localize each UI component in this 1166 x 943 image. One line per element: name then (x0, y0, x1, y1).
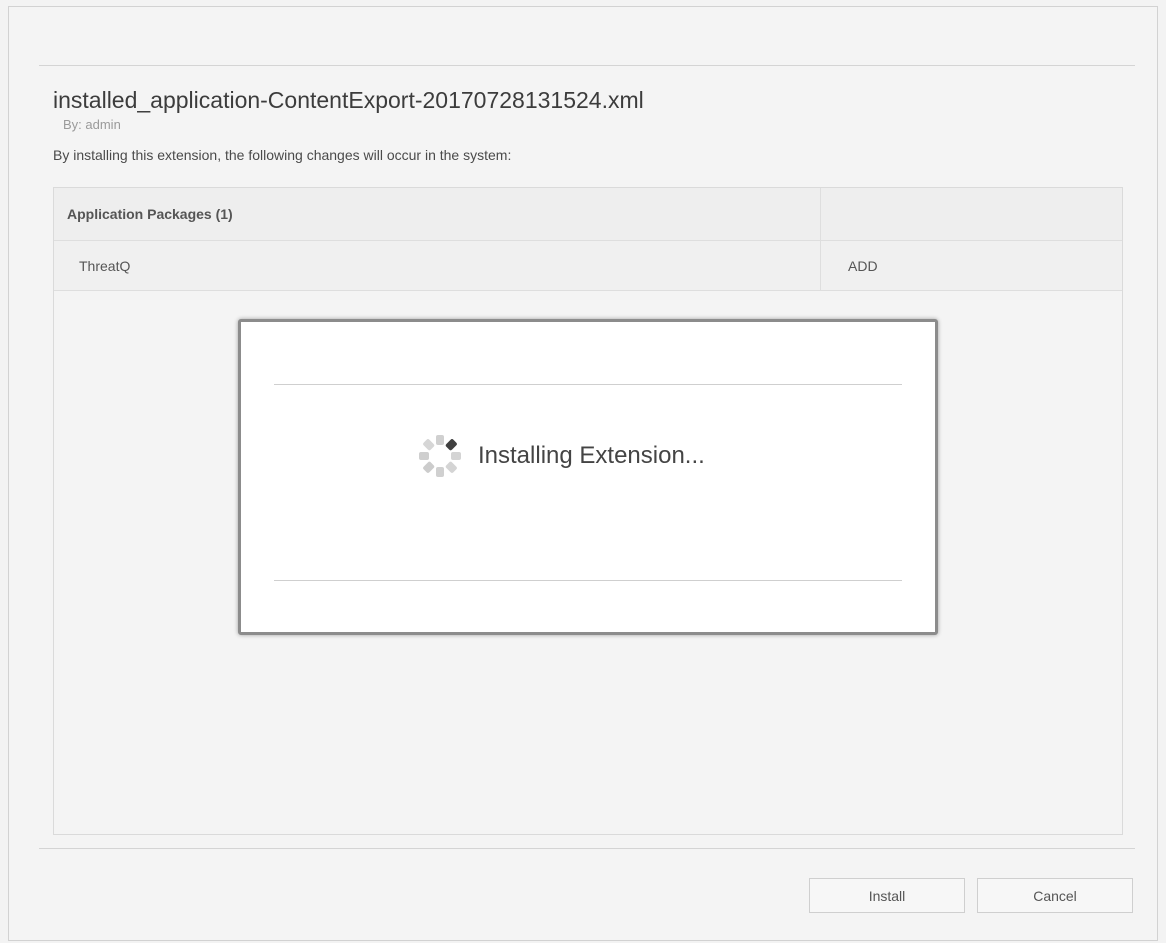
extension-file-title: installed_application-ContentExport-2017… (53, 87, 644, 113)
header-divider (39, 65, 1135, 66)
loading-spinner-icon (419, 435, 461, 477)
cancel-button[interactable]: Cancel (977, 878, 1133, 913)
package-name-cell: ThreatQ (54, 241, 821, 290)
installing-progress-modal: Installing Extension... (238, 319, 938, 635)
progress-indicator: Installing Extension... (412, 431, 705, 481)
extension-author: By: admin (63, 117, 121, 132)
column-header-packages: Application Packages (1) (54, 188, 821, 240)
install-extension-dialog: installed_application-ContentExport-2017… (8, 6, 1158, 941)
install-description: By installing this extension, the follow… (53, 147, 512, 163)
footer-divider (39, 848, 1135, 849)
modal-bottom-divider (274, 580, 902, 581)
package-action-cell: ADD (848, 257, 878, 274)
table-row: ThreatQ ADD (54, 241, 1122, 291)
modal-top-divider (274, 384, 902, 385)
table-header-row: Application Packages (1) (54, 188, 1122, 241)
install-button[interactable]: Install (809, 878, 965, 913)
column-header-action (821, 188, 1122, 240)
progress-message: Installing Extension... (478, 442, 705, 469)
